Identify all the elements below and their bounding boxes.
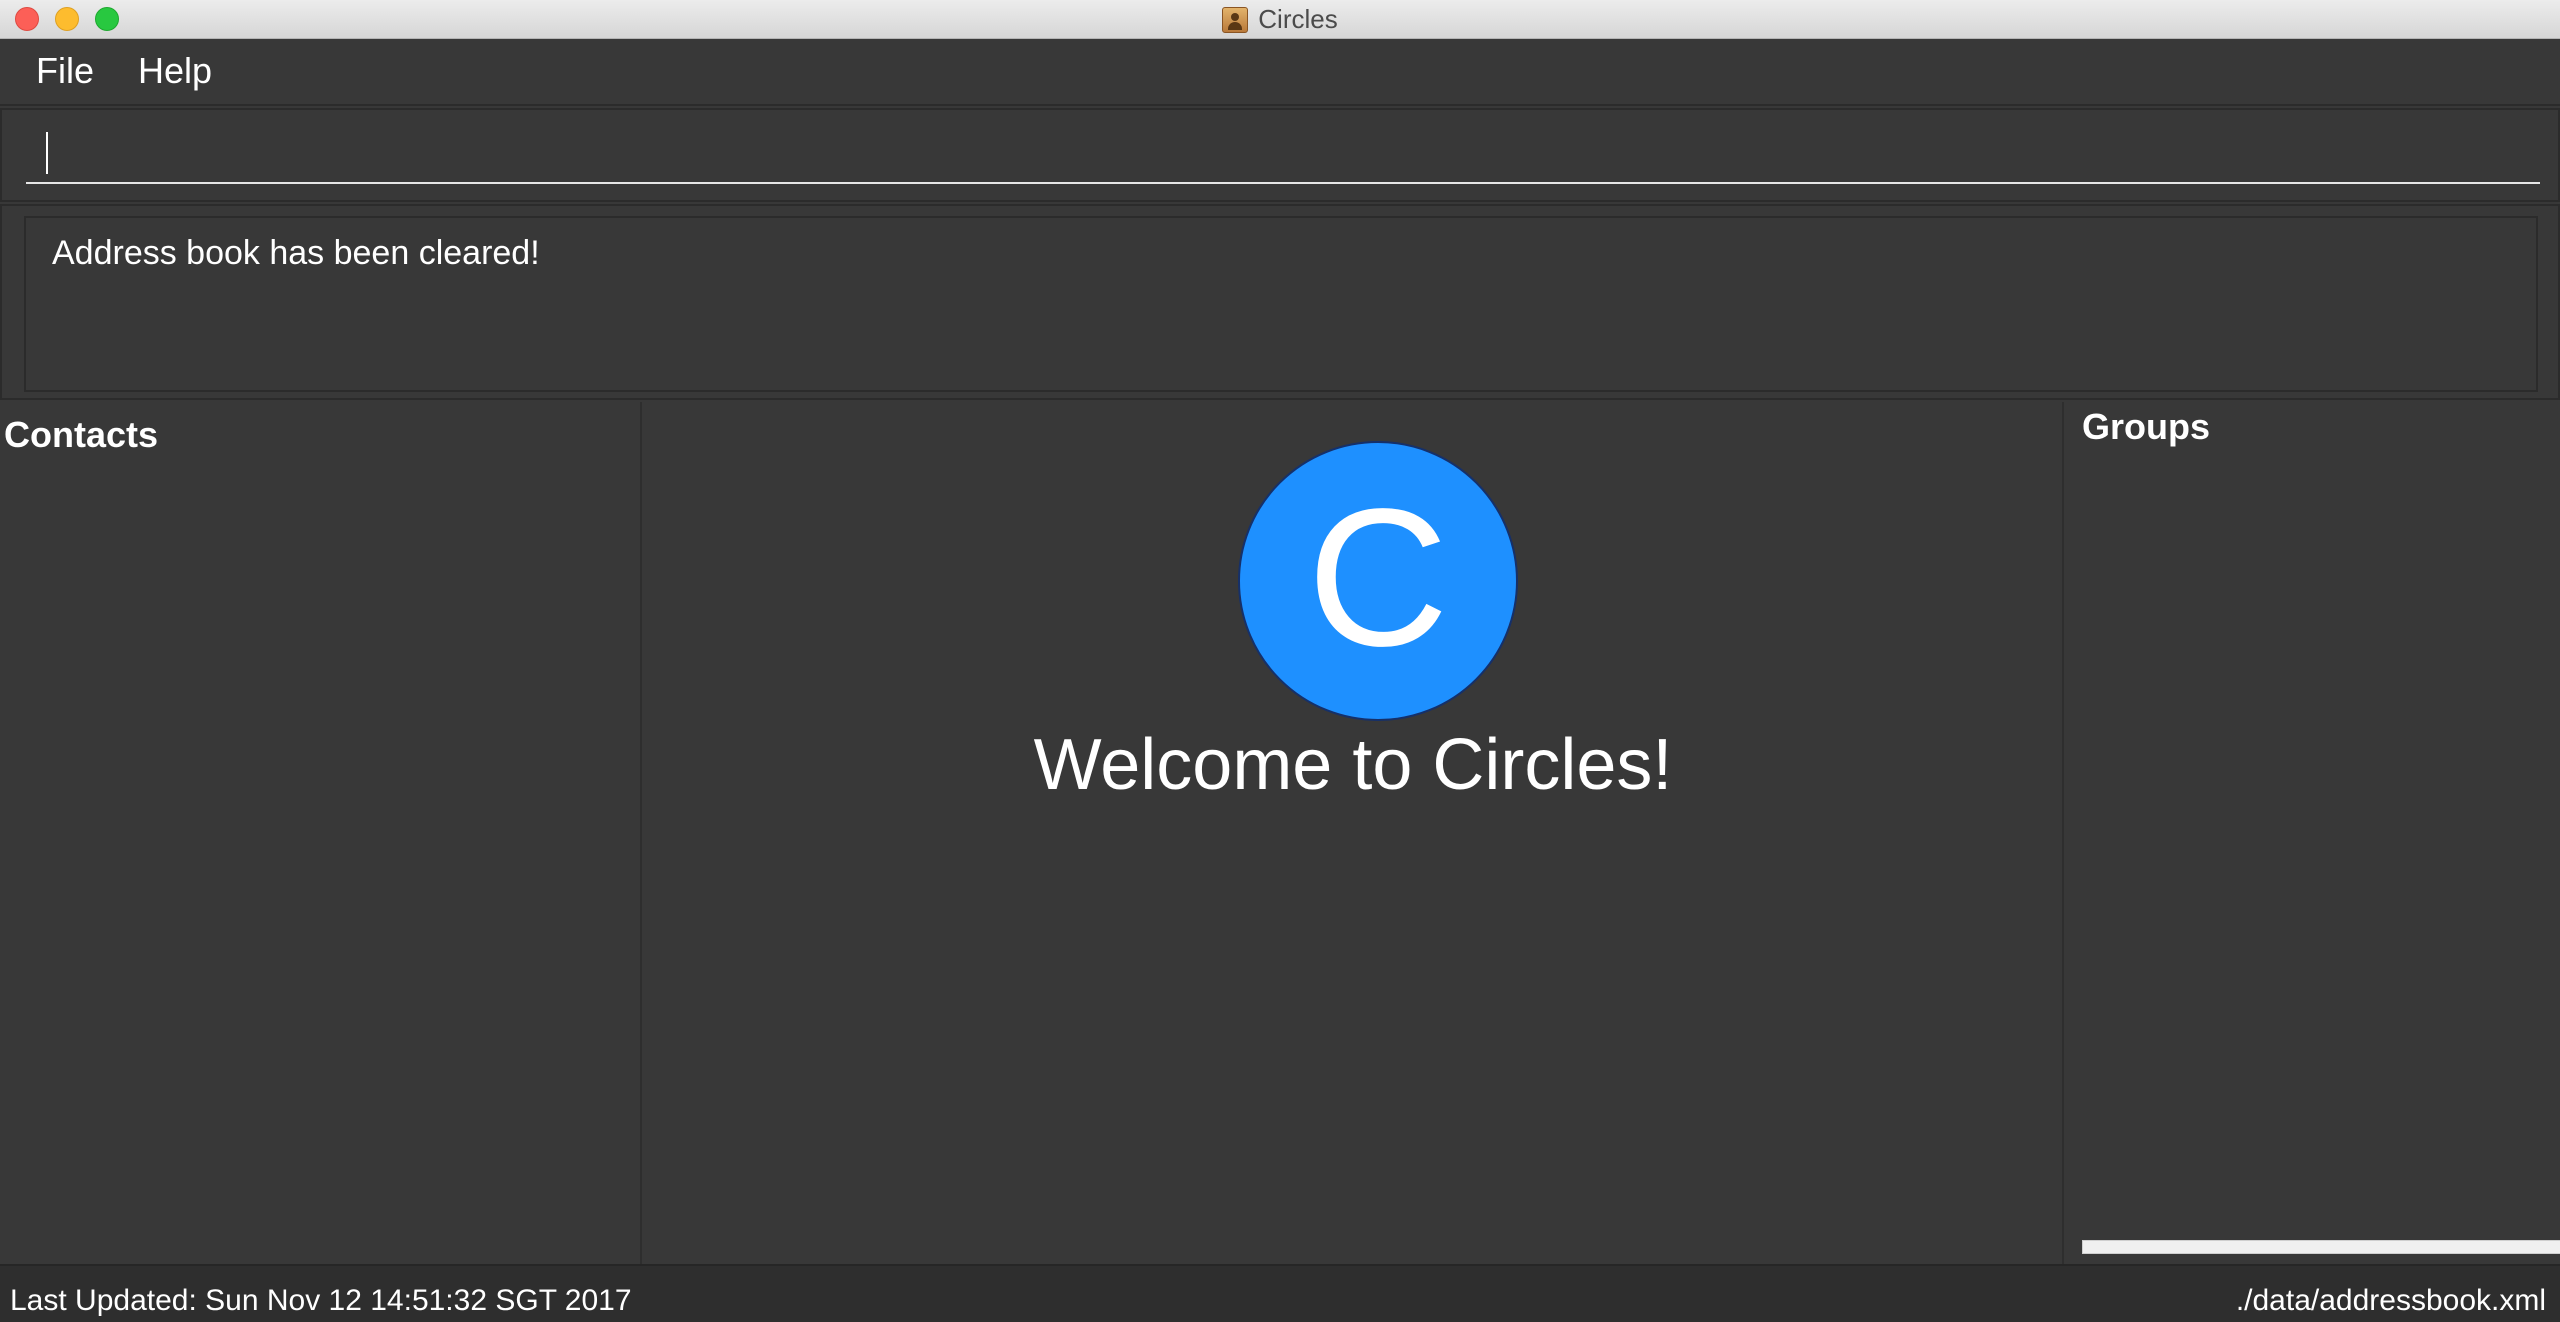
address-book-icon bbox=[1222, 6, 1249, 33]
command-input[interactable] bbox=[26, 124, 2540, 184]
welcome-message: Welcome to Circles! bbox=[1033, 725, 1673, 805]
result-message: Address book has been cleared! bbox=[52, 234, 540, 272]
circles-logo: C bbox=[1238, 441, 1518, 721]
groups-horizontal-scrollbar[interactable] bbox=[2082, 1240, 2560, 1254]
menu-bar: File Help bbox=[0, 40, 2560, 106]
status-bar: Last Updated: Sun Nov 12 14:51:32 SGT 20… bbox=[0, 1264, 2560, 1322]
menu-help[interactable]: Help bbox=[138, 50, 212, 92]
result-display-box[interactable]: Address book has been cleared! bbox=[24, 216, 2538, 392]
groups-panel[interactable]: Groups bbox=[2062, 402, 2560, 1264]
logo-letter: C bbox=[1307, 468, 1449, 687]
save-location-status: ./data/addressbook.xml bbox=[2235, 1284, 2546, 1317]
browser-panel: C Welcome to Circles! bbox=[644, 402, 2062, 1264]
last-updated-status: Last Updated: Sun Nov 12 14:51:32 SGT 20… bbox=[10, 1284, 632, 1317]
text-caret bbox=[46, 132, 48, 174]
contacts-title: Contacts bbox=[4, 414, 159, 455]
result-display-pane: Address book has been cleared! bbox=[0, 204, 2560, 400]
contacts-panel[interactable]: Contacts bbox=[0, 402, 642, 1264]
window-title-bar: Circles bbox=[0, 0, 2560, 39]
menu-file[interactable]: File bbox=[36, 50, 94, 92]
window-title-group: Circles bbox=[0, 0, 2560, 39]
command-box-pane bbox=[0, 108, 2560, 202]
groups-title: Groups bbox=[2082, 406, 2211, 447]
window-title: Circles bbox=[1258, 4, 1338, 34]
